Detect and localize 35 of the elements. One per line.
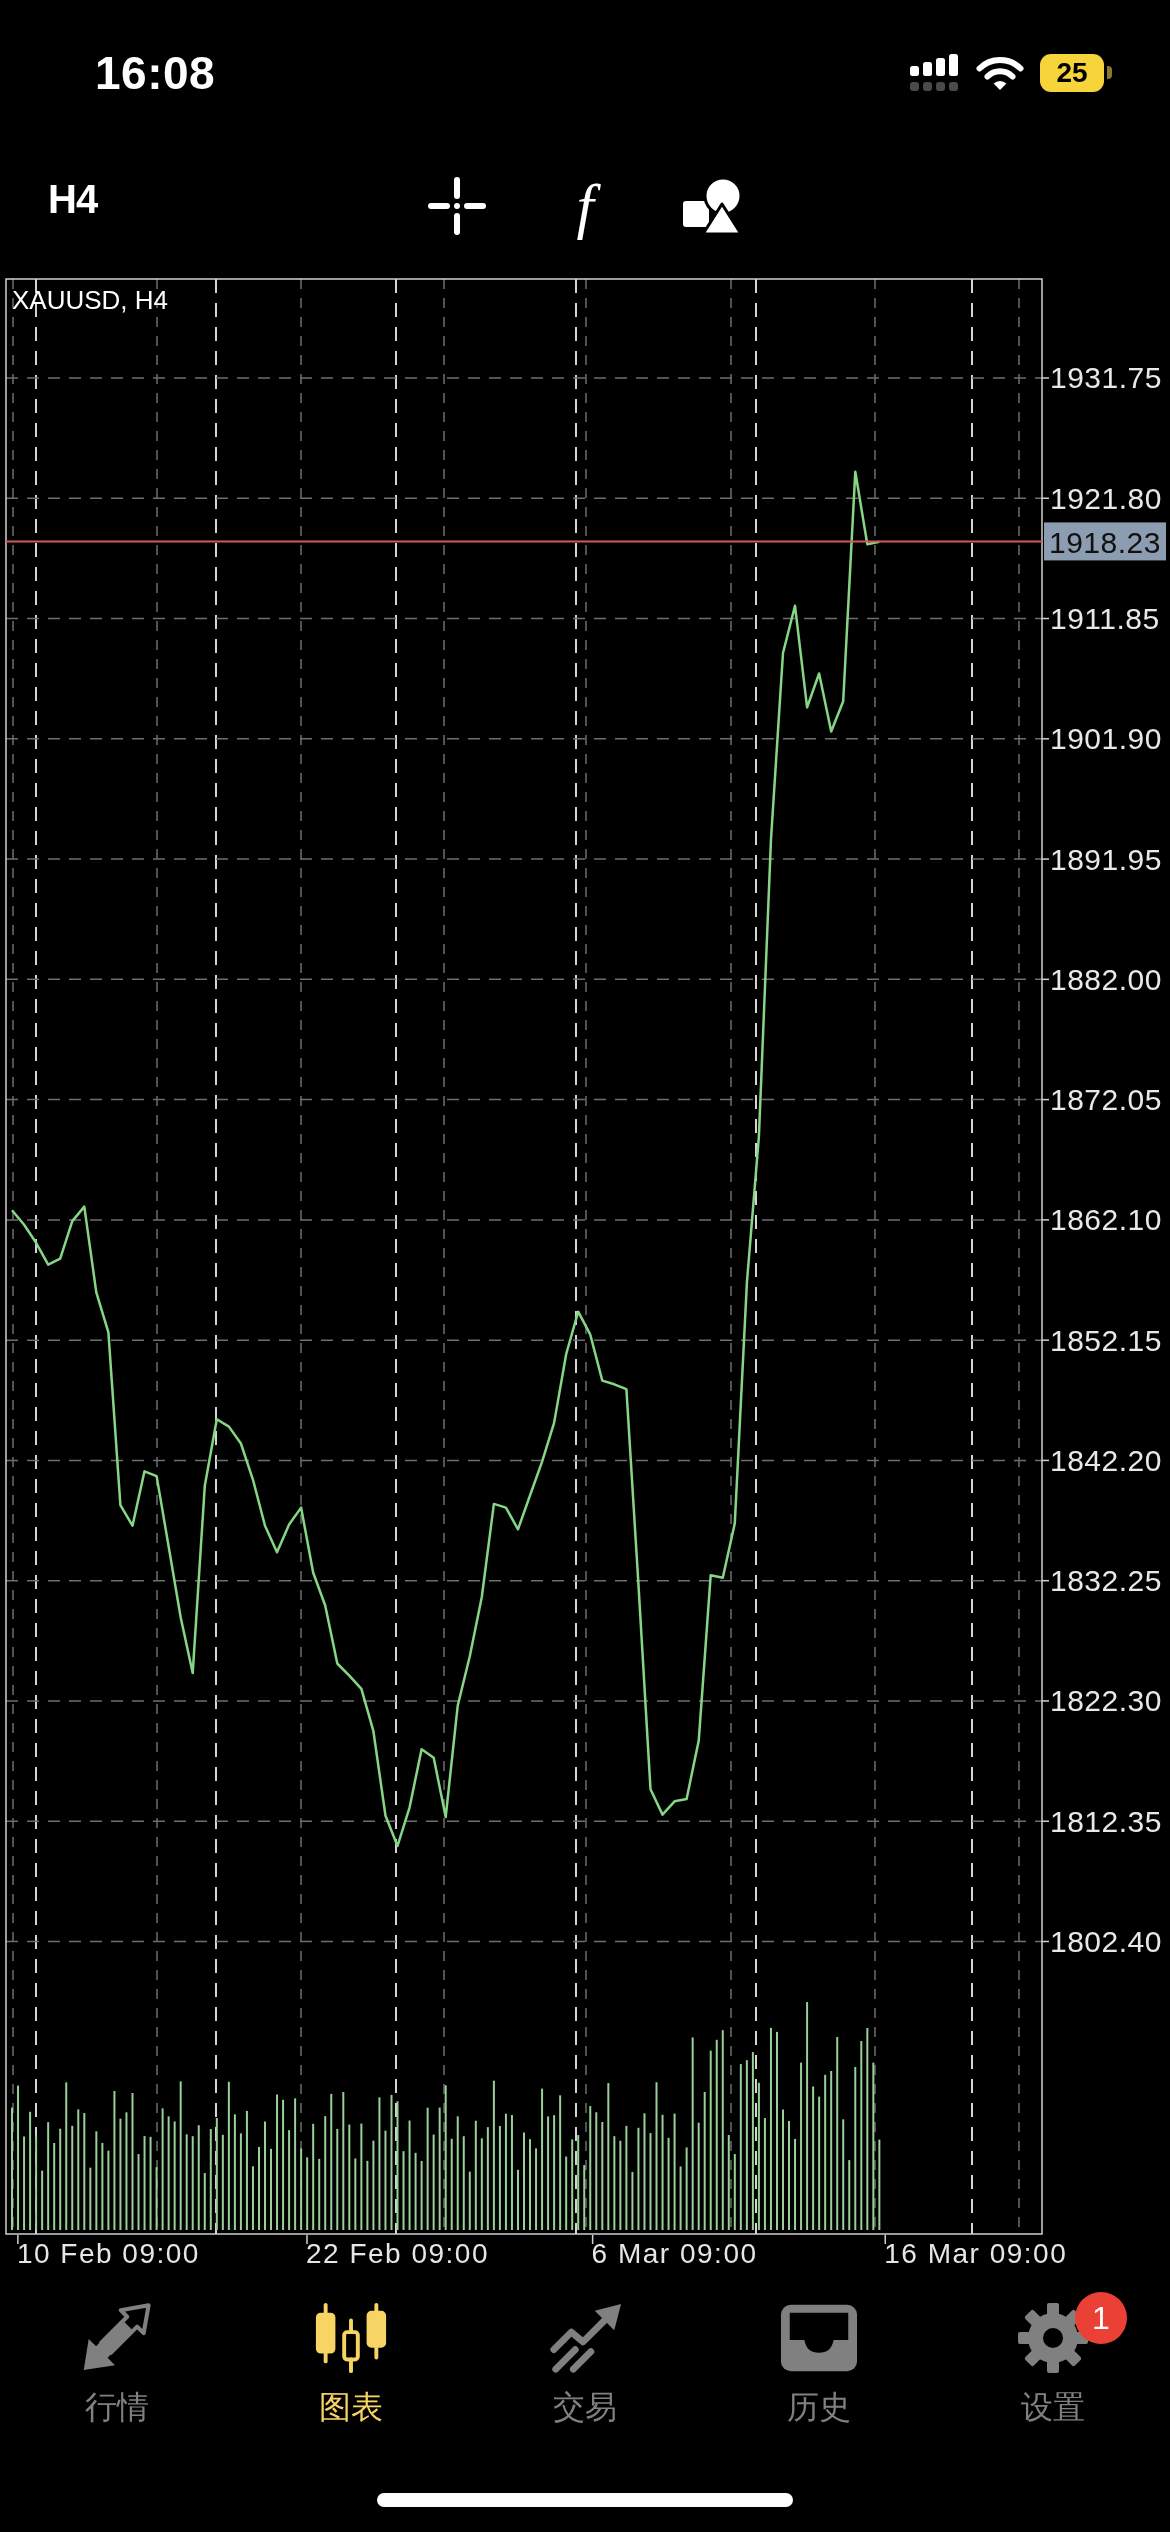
shapes-icon[interactable] <box>683 176 743 235</box>
tab-item[interactable]: 历史 <box>702 2276 936 2440</box>
price-axis-label: 1862.10 <box>1050 1203 1162 1237</box>
price-axis-label: 1842.20 <box>1050 1443 1162 1477</box>
tab-item[interactable]: 交易 <box>468 2276 702 2440</box>
date-axis-label: 22 Feb 09:00 <box>306 2237 490 2269</box>
date-axis-label: 6 Mar 09:00 <box>591 2237 758 2269</box>
price-axis-label: 1812.35 <box>1050 1804 1162 1838</box>
tab-item[interactable]: 设置 1 <box>936 2276 1170 2440</box>
price-axis-label: 1911.85 <box>1050 602 1160 636</box>
chart-title: XAUUSD, H4 <box>12 285 169 315</box>
price-axis-label: 1832.25 <box>1050 1564 1162 1598</box>
crosshair-icon[interactable] <box>427 175 487 236</box>
price-axis-label: 1872.05 <box>1050 1083 1162 1117</box>
clock-time: 16:08 <box>95 45 216 100</box>
date-axis-label: 10 Feb 09:00 <box>16 2237 200 2269</box>
current-price-tag: 1918.23 <box>1044 522 1166 561</box>
tab-item[interactable]: 行情 <box>0 2276 234 2440</box>
inbox-icon <box>780 2302 858 2374</box>
price-axis-label: 1901.90 <box>1050 722 1162 756</box>
price-axis-label: 1882.00 <box>1050 962 1162 996</box>
price-axis-label: 1852.15 <box>1050 1323 1162 1357</box>
date-axis-label: 16 Mar 09:00 <box>884 2237 1068 2269</box>
wifi-icon <box>976 55 1024 90</box>
indicator-button[interactable]: f <box>565 173 605 238</box>
price-axis-label: 1822.30 <box>1050 1684 1162 1718</box>
price-axis-label: 1931.75 <box>1050 361 1162 395</box>
price-axis-label: 1891.95 <box>1050 842 1162 876</box>
price-axis-label: 1921.80 <box>1050 481 1162 515</box>
notification-badge: 1 <box>1075 2292 1127 2344</box>
battery-indicator: 25 <box>1040 53 1112 92</box>
price-axis-label: 1802.40 <box>1050 1925 1162 1958</box>
timeframe-button[interactable]: H4 <box>40 174 106 223</box>
signal-icon <box>910 54 960 91</box>
tab-item[interactable]: 图表 <box>234 2276 468 2440</box>
